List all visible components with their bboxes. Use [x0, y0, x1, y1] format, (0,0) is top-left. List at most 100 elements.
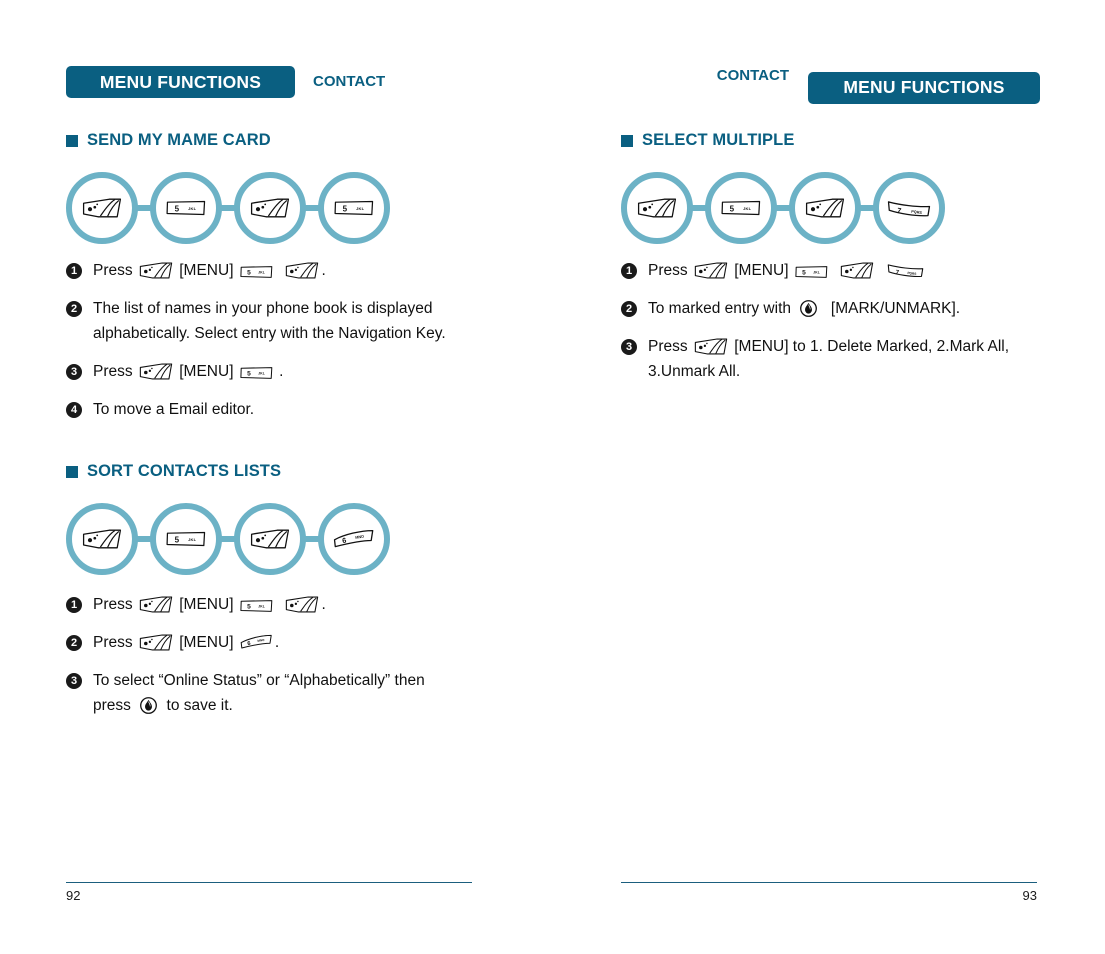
step-number-badge: 2 — [66, 301, 82, 317]
step-item: 2 Press [MENU] . — [66, 630, 558, 655]
step-text-run: Press — [93, 634, 137, 651]
flow-key-menu — [66, 503, 138, 575]
header-side-label: CONTACT — [716, 66, 789, 84]
step-text: To marked entry with [MARK/UNMARK]. — [648, 296, 960, 321]
left-page-footer: 92 — [66, 882, 472, 912]
step-text-run: [MENU] — [174, 363, 238, 380]
steps-sort-contacts-lists: 1 Press [MENU] . 2 Press [MENU] . 3 To select… — [66, 592, 558, 731]
header-bar-label: MENU FUNCTIONS — [99, 71, 262, 92]
step-text-run: [MENU] — [174, 262, 238, 279]
step-text-run: . — [321, 596, 326, 613]
section-title: SELECT MULTIPLE — [642, 131, 795, 149]
step-number-badge: 3 — [66, 673, 82, 689]
flow-connector — [137, 536, 151, 542]
step-number-badge: 3 — [66, 364, 82, 380]
flow-key-menu — [66, 172, 138, 244]
section-title: SORT CONTACTS LISTS — [87, 462, 282, 480]
section-title: SEND MY MAME CARD — [87, 131, 271, 149]
step-text-run — [830, 262, 839, 279]
flow-key-menu — [621, 172, 693, 244]
step-item: 1 Press [MENU] . — [66, 258, 558, 283]
step-text-run — [876, 262, 885, 279]
step-text-run: Press — [93, 363, 137, 380]
number-key-5-icon — [166, 200, 206, 216]
step-item: 1 Press [MENU] — [621, 258, 1105, 283]
flow-key-5 — [705, 172, 777, 244]
key-flow-sort-contacts-lists — [66, 503, 390, 575]
number-key-5-icon — [166, 531, 206, 547]
flow-connector — [137, 205, 151, 211]
section-bullet-square — [66, 134, 78, 147]
menu-soft-key-icon — [285, 596, 319, 613]
step-text-run: [MARK/UNMARK]. — [822, 300, 961, 317]
flow-key-menu — [234, 503, 306, 575]
flow-key-5 — [150, 172, 222, 244]
step-text: Press [MENU] . — [93, 630, 279, 655]
step-text-run: to save it. — [162, 697, 233, 714]
step-text: Press [MENU] — [648, 258, 926, 283]
step-text-run: . — [274, 363, 284, 380]
flow-connector — [692, 205, 706, 211]
number-key-7-icon — [887, 198, 931, 218]
right-page-running-header: CONTACT MENU FUNCTIONS — [621, 66, 1040, 104]
ok-center-key-icon — [799, 299, 818, 318]
key-flow-send-my-mame-card — [66, 172, 390, 244]
menu-soft-key-icon — [82, 198, 122, 218]
step-number-badge: 1 — [66, 597, 82, 613]
menu-soft-key-icon — [250, 198, 290, 218]
section-heading-send-my-mame-card: SEND MY MAME CARD — [66, 131, 271, 150]
page-number: 93 — [1022, 888, 1037, 903]
left-page-running-header: MENU FUNCTIONS CONTACT — [66, 66, 385, 98]
step-text-run: . — [274, 634, 280, 651]
step-text-run: To marked entry with — [648, 300, 796, 317]
number-key-6-icon — [333, 529, 375, 549]
step-number-badge: 1 — [66, 263, 82, 279]
flow-key-menu — [789, 172, 861, 244]
number-key-5-icon — [240, 265, 273, 279]
step-item: 2 The list of names in your phone book is… — [66, 296, 558, 346]
step-text-run: [MENU] — [174, 634, 238, 651]
section-heading-sort-contacts-lists: SORT CONTACTS LISTS — [66, 462, 281, 481]
menu-soft-key-icon — [840, 262, 874, 279]
number-key-5-icon — [795, 265, 828, 279]
step-text-run: [MENU] — [174, 596, 238, 613]
step-item: 4 To move a Email editor. — [66, 397, 558, 422]
menu-soft-key-icon — [285, 262, 319, 279]
header-side-label: CONTACT — [313, 72, 386, 90]
step-text: Press [MENU] . — [93, 359, 283, 384]
step-item: 3 Press [MENU] to 1. Delete Marked, 2.Mar… — [621, 334, 1105, 384]
step-item: 3 To select “Online Status” or “Alphabeti… — [66, 668, 558, 718]
menu-soft-key-icon — [139, 596, 173, 613]
step-text-run: Press — [93, 262, 137, 279]
menu-soft-key-icon — [139, 363, 173, 380]
step-text-run: [MENU] — [729, 262, 793, 279]
step-text-run: . — [321, 262, 326, 279]
step-text: The list of names in your phone book is … — [93, 296, 446, 346]
step-number-badge: 1 — [621, 263, 637, 279]
right-page: CONTACT MENU FUNCTIONS SELECT MULTIPLE 1… — [621, 0, 1105, 954]
flow-key-menu — [234, 172, 306, 244]
step-number-badge: 2 — [621, 301, 637, 317]
page-number: 92 — [66, 888, 81, 903]
number-key-5-icon — [721, 200, 761, 216]
step-text: To move a Email editor. — [93, 397, 254, 422]
step-text-run: Press — [93, 596, 137, 613]
key-flow-select-multiple — [621, 172, 945, 244]
flow-key-5 — [318, 172, 390, 244]
step-number-badge: 4 — [66, 402, 82, 418]
step-text-run: To move a Email editor. — [93, 401, 255, 418]
flow-key-6 — [318, 503, 390, 575]
number-key-5-icon — [240, 599, 273, 613]
menu-soft-key-icon — [694, 262, 728, 279]
flow-connector — [776, 205, 790, 211]
step-text-run: Press — [648, 262, 692, 279]
step-text: Press [MENU] . — [93, 592, 326, 617]
flow-connector — [860, 205, 874, 211]
step-item: 1 Press [MENU] . — [66, 592, 558, 617]
menu-soft-key-icon — [694, 338, 728, 355]
menu-soft-key-icon — [139, 634, 173, 651]
menu-soft-key-icon — [139, 262, 173, 279]
menu-soft-key-icon — [805, 198, 845, 218]
section-bullet-square — [621, 134, 633, 147]
step-text: Press [MENU] to 1. Delete Marked, 2.Mark… — [648, 334, 1009, 384]
